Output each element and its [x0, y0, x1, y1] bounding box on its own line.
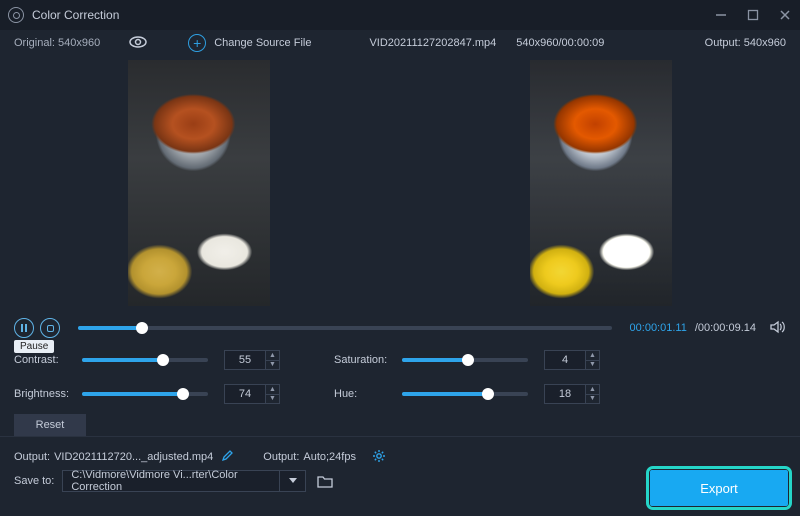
saturation-slider[interactable]	[402, 358, 528, 362]
plus-circle-icon: +	[188, 34, 206, 52]
hue-slider[interactable]	[402, 392, 528, 396]
window-title: Color Correction	[32, 8, 119, 22]
brightness-control: Brightness: 74 ▲▼	[14, 384, 314, 404]
output-file-label: Output:	[14, 451, 50, 463]
save-path-dropdown[interactable]	[280, 470, 306, 492]
app-logo-icon	[8, 7, 24, 23]
timeline-fill	[78, 326, 142, 330]
title-bar: Color Correction	[0, 0, 800, 30]
hue-value[interactable]: 18	[544, 384, 586, 404]
change-source-label: Change Source File	[214, 37, 311, 49]
time-current: 00:00:01.11	[630, 322, 687, 334]
save-to-label: Save to:	[14, 475, 54, 487]
contrast-slider[interactable]	[82, 358, 208, 362]
chevron-down-icon[interactable]: ▼	[266, 361, 279, 370]
pause-button[interactable]	[14, 318, 34, 338]
brightness-label: Brightness:	[14, 388, 82, 400]
header-row: Original: 540x960 + Change Source File V…	[0, 30, 800, 56]
saturation-control: Saturation: 4 ▲▼	[334, 350, 634, 370]
stop-button[interactable]	[40, 318, 60, 338]
hue-control: Hue: 18 ▲▼	[334, 384, 634, 404]
save-path-field[interactable]: C:\Vidmore\Vidmore Vi...rter\Color Corre…	[62, 470, 280, 492]
export-button[interactable]: Export	[650, 470, 788, 506]
contrast-stepper[interactable]: ▲▼	[266, 350, 280, 370]
pause-tooltip: Pause	[14, 340, 54, 353]
close-button[interactable]	[778, 8, 792, 22]
contrast-control: Contrast: 55 ▲▼	[14, 350, 314, 370]
export-wrap: Export	[650, 470, 788, 506]
timeline-thumb[interactable]	[136, 322, 148, 334]
preview-original	[128, 60, 270, 306]
stop-icon	[47, 325, 54, 332]
change-source-button[interactable]: + Change Source File	[188, 34, 311, 52]
minimize-button[interactable]	[714, 8, 728, 22]
saturation-label: Saturation:	[334, 354, 402, 366]
output-settings-icon[interactable]	[372, 449, 386, 466]
saturation-value[interactable]: 4	[544, 350, 586, 370]
preview-toggle-icon[interactable]	[128, 35, 148, 52]
save-path-value: C:\Vidmore\Vidmore Vi...rter\Color Corre…	[71, 469, 271, 493]
maximize-button[interactable]	[746, 8, 760, 22]
chevron-down-icon[interactable]: ▼	[586, 361, 599, 370]
brightness-value[interactable]: 74	[224, 384, 266, 404]
time-duration: /00:00:09.14	[695, 322, 756, 334]
contrast-label: Contrast:	[14, 354, 82, 366]
contrast-value[interactable]: 55	[224, 350, 266, 370]
playback-bar: 00:00:01.11 /00:00:09.14 Pause	[0, 312, 800, 340]
timeline-slider[interactable]	[78, 326, 612, 330]
output-format-value: Auto;24fps	[303, 451, 356, 463]
chevron-down-icon	[289, 478, 297, 484]
preview-adjusted	[530, 60, 672, 306]
folder-icon	[317, 475, 333, 488]
brightness-slider[interactable]	[82, 392, 208, 396]
output-resolution-label: Output: 540x960	[705, 37, 786, 49]
hue-stepper[interactable]: ▲▼	[586, 384, 600, 404]
chevron-down-icon[interactable]: ▼	[266, 395, 279, 404]
chevron-down-icon[interactable]: ▼	[586, 395, 599, 404]
chevron-up-icon[interactable]: ▲	[266, 385, 279, 395]
volume-icon[interactable]	[770, 320, 786, 337]
preview-area	[0, 56, 800, 312]
output-file-name: VID2021112720..._adjusted.mp4	[54, 451, 213, 463]
color-controls: Contrast: 55 ▲▼ Saturation: 4 ▲▼ Brightn…	[0, 340, 800, 408]
chevron-up-icon[interactable]: ▲	[266, 351, 279, 361]
hue-label: Hue:	[334, 388, 402, 400]
source-file-meta: 540x960/00:00:09	[516, 37, 604, 49]
pause-icon	[21, 324, 27, 332]
open-folder-button[interactable]	[312, 470, 338, 492]
edit-filename-icon[interactable]	[221, 450, 233, 465]
original-resolution-label: Original: 540x960	[14, 37, 100, 49]
saturation-stepper[interactable]: ▲▼	[586, 350, 600, 370]
source-file-name: VID20211127202847.mp4	[369, 37, 496, 49]
reset-button[interactable]: Reset	[14, 414, 86, 436]
chevron-up-icon[interactable]: ▲	[586, 351, 599, 361]
chevron-up-icon[interactable]: ▲	[586, 385, 599, 395]
brightness-stepper[interactable]: ▲▼	[266, 384, 280, 404]
output-format-label: Output:	[263, 451, 299, 463]
